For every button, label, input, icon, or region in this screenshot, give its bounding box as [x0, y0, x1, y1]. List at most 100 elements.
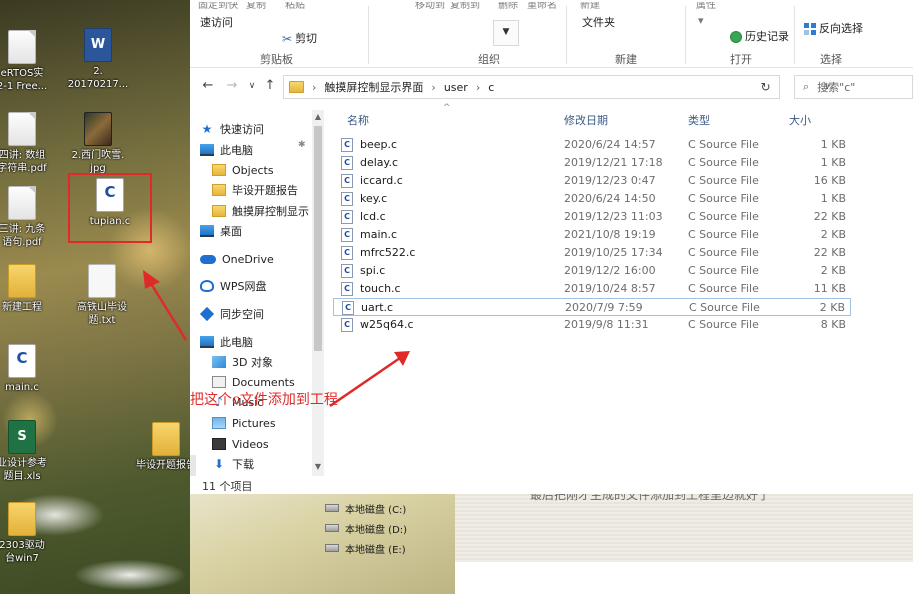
- cut-label: 剪切: [295, 32, 318, 45]
- desktop-item[interactable]: 2303驱动 台win7: [0, 502, 62, 565]
- address-bar: ← → ∨ ↑ › 触摸屏控制显示界面 › user › c ∨ ↻ ⌕ 搜索"…: [190, 70, 913, 104]
- nav-item-quick-access[interactable]: ★ 快速访问: [200, 120, 264, 138]
- drive-e[interactable]: 本地磁盘 (E:): [325, 540, 406, 556]
- scroll-up-icon[interactable]: ▲: [312, 112, 324, 121]
- nav-item-3d-objects[interactable]: 3D 对象: [212, 353, 273, 371]
- file-size: 2 KB: [819, 301, 845, 314]
- desktop-item[interactable]: S 业设计参考 题目.xls: [0, 420, 62, 483]
- ribbon-copy-to-label[interactable]: 复制到: [450, 2, 480, 11]
- file-type: C Source File: [688, 174, 759, 187]
- file-row[interactable]: Ciccard.c 2019/12/23 0:47 C Source File 16 …: [333, 172, 851, 190]
- file-date: 2020/7/9 7:59: [565, 301, 643, 314]
- desktop-icon: [200, 225, 214, 237]
- file-size: 8 KB: [820, 318, 846, 331]
- ribbon-delete-label[interactable]: 删除: [498, 2, 518, 11]
- file-row[interactable]: Cspi.c 2019/12/2 16:00 C Source File 2 KB: [333, 262, 851, 280]
- cut-button[interactable]: ✂ 剪切: [282, 30, 317, 46]
- nav-item-this-pc[interactable]: 此电脑: [200, 333, 253, 351]
- scrollbar-thumb[interactable]: [314, 126, 322, 351]
- pdf-document-icon: [8, 186, 36, 220]
- select-group-label: 选择: [820, 53, 842, 66]
- file-size: 2 KB: [820, 228, 846, 241]
- file-row[interactable]: Cuart.c 2020/7/9 7:59 C Source File 2 KB: [333, 298, 851, 316]
- ribbon-paste-label[interactable]: 粘贴: [285, 2, 305, 11]
- nav-item-videos[interactable]: Videos: [212, 435, 269, 453]
- desktop-item[interactable]: W 2. 20170217...: [58, 28, 138, 91]
- new-folder-button[interactable]: 文件夹: [582, 14, 615, 30]
- history-button[interactable]: 历史记录: [730, 28, 789, 44]
- nav-item-this-pc[interactable]: 此电脑: [200, 141, 253, 159]
- c-source-file-icon: C: [341, 264, 353, 278]
- nav-item-onedrive[interactable]: OneDrive: [200, 250, 274, 268]
- file-row[interactable]: Cdelay.c 2019/12/21 17:18 C Source File 1 K…: [333, 154, 851, 172]
- nav-item-label: OneDrive: [222, 252, 274, 266]
- ribbon-pin-label[interactable]: 固定到快: [198, 2, 238, 11]
- c-source-file-icon: C: [341, 192, 353, 206]
- file-size: 16 KB: [813, 174, 846, 187]
- drive-d[interactable]: 本地磁盘 (D:): [325, 520, 407, 536]
- pin-quick-access-button[interactable]: 速访问: [200, 14, 233, 30]
- nav-item-wps[interactable]: WPS网盘: [200, 277, 267, 295]
- file-size: 2 KB: [820, 264, 846, 277]
- file-row[interactable]: Ckey.c 2020/6/24 14:50 C Source File 1 KB: [333, 190, 851, 208]
- invert-selection-button[interactable]: 反向选择: [804, 20, 863, 36]
- desktop-item[interactable]: eRTOS实 2-1 Free...: [0, 30, 62, 93]
- desktop-background: eRTOS实 2-1 Free... W 2. 20170217... 四讲: …: [0, 0, 190, 594]
- desktop-item[interactable]: 三讲: 九条 语句.pdf: [0, 186, 62, 249]
- nav-item-thesis-report[interactable]: 毕设开题报告: [212, 181, 298, 199]
- ribbon-rename-label[interactable]: 重命名: [527, 2, 557, 11]
- recent-locations-chevron-icon[interactable]: ∨: [244, 81, 260, 91]
- desktop-item[interactable]: 高铁山毕设 题.txt: [62, 264, 142, 327]
- nav-item-touchscreen-folder[interactable]: 触摸屏控制显示: [212, 202, 309, 220]
- delete-dropdown-button[interactable]: ▼: [493, 20, 519, 46]
- nav-pane-scrollbar[interactable]: ▲ ▼: [312, 110, 324, 476]
- desktop-item[interactable]: 四讲: 数组 字符串.pdf: [0, 112, 62, 175]
- breadcrumb-item[interactable]: c: [488, 81, 494, 94]
- file-row[interactable]: Cbeep.c 2020/6/24 14:57 C Source File 1 KB: [333, 136, 851, 154]
- desktop-item[interactable]: 新建工程: [0, 264, 62, 314]
- nav-item-objects[interactable]: Objects: [212, 161, 274, 179]
- pin-icon: ✱: [298, 140, 306, 150]
- drive-label: 本地磁盘 (C:): [345, 504, 407, 516]
- folder-icon: [152, 422, 180, 456]
- scroll-down-icon[interactable]: ▼: [312, 462, 324, 471]
- file-row[interactable]: Clcd.c 2019/12/23 11:03 C Source File 22 KB: [333, 208, 851, 226]
- breadcrumb-item[interactable]: user: [444, 81, 468, 94]
- refresh-icon[interactable]: ↻: [752, 75, 780, 99]
- column-header-size[interactable]: 大小: [789, 112, 811, 128]
- file-name: touch.c: [360, 282, 401, 295]
- c-source-file-icon: C: [341, 210, 353, 224]
- desktop-item[interactable]: 毕设开题报告: [126, 422, 190, 472]
- folder-icon: [289, 81, 304, 93]
- nav-item-downloads[interactable]: ⬇ 下载: [212, 455, 254, 473]
- properties-dropdown-icon[interactable]: ▾: [698, 14, 704, 27]
- ribbon-copy-label[interactable]: 复制: [246, 2, 266, 11]
- ribbon-new-label[interactable]: 新建: [580, 2, 600, 11]
- file-row[interactable]: Cmfrc522.c 2019/10/25 17:34 C Source File 2…: [333, 244, 851, 262]
- up-arrow-icon[interactable]: ↑: [262, 78, 278, 93]
- nav-item-desktop[interactable]: 桌面: [200, 222, 242, 240]
- ribbon-move-to-label[interactable]: 移动到: [415, 2, 445, 11]
- word-document-icon: W: [84, 28, 112, 62]
- image-thumbnail-icon: [84, 112, 112, 146]
- nav-item-pictures[interactable]: Pictures: [212, 414, 276, 432]
- desktop-item-label: 三讲: 九条 语句.pdf: [0, 224, 46, 248]
- column-header-type[interactable]: 类型: [688, 112, 710, 128]
- ribbon-properties-label[interactable]: 属性: [696, 2, 716, 11]
- address-field[interactable]: › 触摸屏控制显示界面 › user › c ∨: [283, 75, 831, 99]
- organize-group-label: 组织: [478, 53, 500, 66]
- file-type: C Source File: [688, 264, 759, 277]
- file-row[interactable]: Ctouch.c 2019/10/24 8:57 C Source File 11 K…: [333, 280, 851, 298]
- nav-item-sync-space[interactable]: 同步空间: [199, 305, 264, 323]
- file-row[interactable]: Cw25q64.c 2019/9/8 11:31 C Source File 8 KB: [333, 316, 851, 334]
- file-row[interactable]: Cmain.c 2021/10/8 19:19 C Source File 2 KB: [333, 226, 851, 244]
- forward-arrow-icon[interactable]: →: [224, 78, 240, 93]
- drive-c[interactable]: 本地磁盘 (C:): [325, 500, 406, 516]
- search-input[interactable]: ⌕ 搜索"c": [794, 75, 913, 99]
- breadcrumb-item[interactable]: 触摸屏控制显示界面: [324, 79, 423, 95]
- desktop-item[interactable]: 2.西门吹雪. jpg: [58, 112, 138, 175]
- desktop-item[interactable]: C main.c: [0, 344, 62, 394]
- column-header-name[interactable]: 名称: [347, 112, 369, 128]
- column-header-date[interactable]: 修改日期: [564, 112, 608, 128]
- back-arrow-icon[interactable]: ←: [200, 78, 216, 93]
